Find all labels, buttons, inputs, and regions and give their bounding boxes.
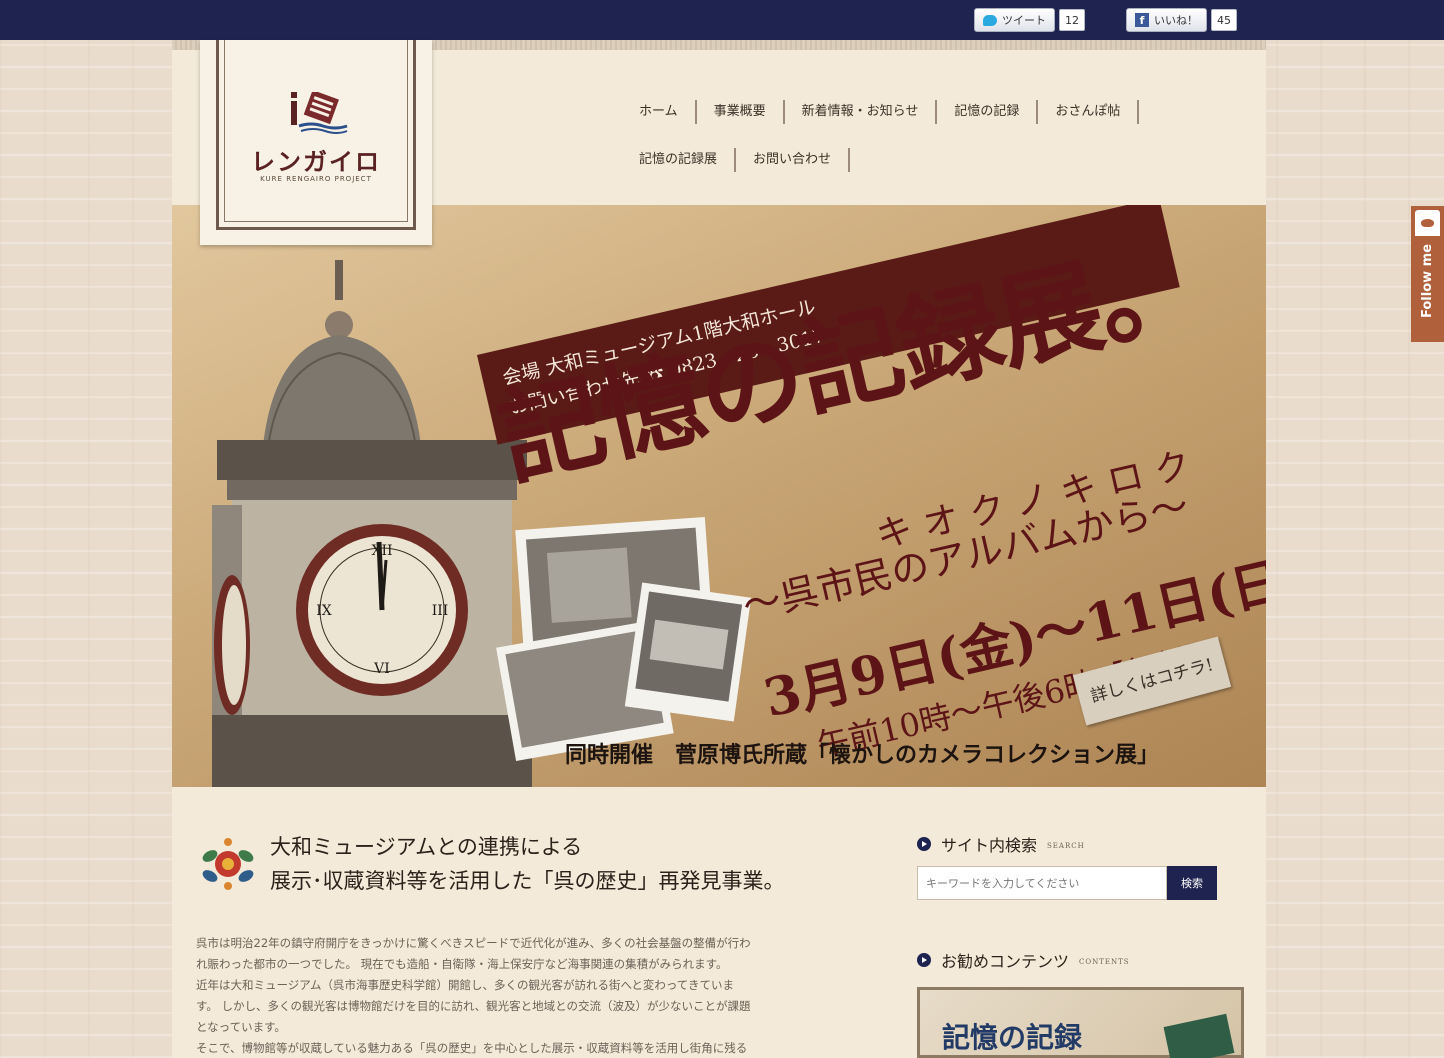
search-button[interactable]: 検索 bbox=[1167, 866, 1217, 900]
tweet-label: ツイート bbox=[1002, 14, 1046, 27]
search-heading: サイト内検索 SEARCH bbox=[917, 832, 1085, 856]
search-heading-en: SEARCH bbox=[1047, 841, 1085, 850]
follow-me-label: Follow me bbox=[1420, 243, 1435, 318]
intro-body: 呉市は明治22年の鎮守府開庁をきっかけに驚くべきスピードで近代化が進み、多くの社… bbox=[196, 933, 876, 1058]
facebook-icon: f bbox=[1135, 13, 1149, 27]
recommended-heading-text: お勧めコンテンツ bbox=[941, 952, 1070, 971]
like-count: 45 bbox=[1211, 9, 1237, 31]
site-logo[interactable]: レンガイロ KURE RENGAIRO PROJECT bbox=[200, 40, 432, 245]
hero-concurrent-event: 同時開催 菅原博氏所蔵「懐かしのカメラコレクション展」 bbox=[565, 742, 1160, 768]
rec-card-title: 記憶の記録 bbox=[942, 1021, 1083, 1054]
follow-me-tab[interactable]: Follow me bbox=[1411, 206, 1444, 342]
main-nav: ホーム 事業概要 新着情報・お知らせ 記憶の記録 おさんぽ帖 記憶の記録展 お問… bbox=[622, 98, 1222, 194]
bullet-arrow-icon bbox=[917, 837, 931, 851]
like-button[interactable]: f いいね！ bbox=[1126, 8, 1207, 32]
logo-subtitle: KURE RENGAIRO PROJECT bbox=[260, 175, 372, 183]
logo-frame: レンガイロ KURE RENGAIRO PROJECT bbox=[216, 40, 416, 230]
nav-contact[interactable]: お問い合わせ bbox=[736, 148, 851, 172]
search-heading-text: サイト内検索 bbox=[941, 836, 1038, 855]
bird-icon bbox=[1415, 210, 1440, 236]
intro-paragraph-line: れ賑わった都市の一つでした。 現在でも造船・自衛隊・海上保安庁など海事関連の集積… bbox=[196, 957, 728, 971]
intro-heading-line2: 展示･収蔵資料等を活用した「呉の歴史」再発見事業。 bbox=[270, 869, 785, 893]
recommended-memory-record-card[interactable]: 記憶の記録 bbox=[917, 987, 1244, 1058]
nav-row-2: 記憶の記録展 お問い合わせ bbox=[622, 146, 1222, 174]
top-bar: ツイート 12 f いいね！ 45 bbox=[0, 0, 1444, 40]
tweet-count: 12 bbox=[1059, 9, 1085, 31]
like-label: いいね！ bbox=[1154, 14, 1198, 27]
intro-heading: 大和ミュージアムとの連携による 展示･収蔵資料等を活用した「呉の歴史」再発見事業… bbox=[270, 830, 785, 898]
bullet-arrow-icon bbox=[917, 953, 931, 967]
intro-paragraph-line: そこで、博物館等が収蔵している魅力ある「呉の歴史」を中心とした展示・収蔵資料等を… bbox=[196, 1041, 748, 1055]
nav-home[interactable]: ホーム bbox=[622, 100, 697, 124]
intro-paragraph-line: 近年は大和ミュージアム（呉市海事歴史科学館）開館し、多くの観光客が訪れる街へと変… bbox=[196, 978, 734, 992]
nav-overview[interactable]: 事業概要 bbox=[697, 100, 785, 124]
nav-news[interactable]: 新着情報・お知らせ bbox=[785, 100, 938, 124]
search-input[interactable] bbox=[917, 866, 1167, 900]
svg-text:III: III bbox=[432, 603, 449, 619]
site-search: 検索 bbox=[917, 866, 1217, 900]
intro-paragraph-line: す。 しかし、多くの観光客は博物館だけを目的に訪れ、観光客と地域との交流（波及）… bbox=[196, 999, 751, 1013]
intro-paragraph-line: となっています。 bbox=[196, 1020, 286, 1034]
intro-paragraph-line: 呉市は明治22年の鎮守府開庁をきっかけに驚くべきスピードで近代化が進み、多くの社… bbox=[196, 936, 751, 950]
like-widget[interactable]: f いいね！ 45 bbox=[1126, 8, 1237, 32]
nav-walk-book[interactable]: おさんぽ帖 bbox=[1038, 100, 1140, 124]
svg-text:IX: IX bbox=[316, 603, 332, 619]
nav-row-1: ホーム 事業概要 新着情報・お知らせ 記憶の記録 おさんぽ帖 bbox=[622, 98, 1222, 126]
intro-heading-line1: 大和ミュージアムとの連携による bbox=[270, 835, 583, 859]
nav-memory-record[interactable]: 記憶の記録 bbox=[937, 100, 1039, 124]
logo-name: レンガイロ bbox=[251, 148, 381, 176]
svg-text:VI: VI bbox=[373, 661, 390, 677]
logo-mark-icon bbox=[291, 92, 348, 134]
svg-text:XII: XII bbox=[371, 543, 392, 559]
tweet-widget[interactable]: ツイート 12 bbox=[974, 8, 1085, 32]
tweet-button[interactable]: ツイート bbox=[974, 8, 1055, 32]
hero-banner[interactable]: XII III VI IX 会場 大和ミュージアム1階大和ホール お問い合わせ先… bbox=[172, 205, 1266, 787]
recommended-heading-en: CONTENTS bbox=[1079, 957, 1130, 966]
recommended-heading: お勧めコンテンツ CONTENTS bbox=[917, 948, 1130, 972]
rec-card-decoration bbox=[1163, 1013, 1235, 1058]
flower-icon bbox=[202, 838, 254, 890]
page-container: レンガイロ KURE RENGAIRO PROJECT ホーム 事業概要 新着情… bbox=[172, 40, 1266, 1058]
twitter-icon bbox=[983, 14, 997, 26]
nav-exhibition[interactable]: 記憶の記録展 bbox=[622, 148, 737, 172]
